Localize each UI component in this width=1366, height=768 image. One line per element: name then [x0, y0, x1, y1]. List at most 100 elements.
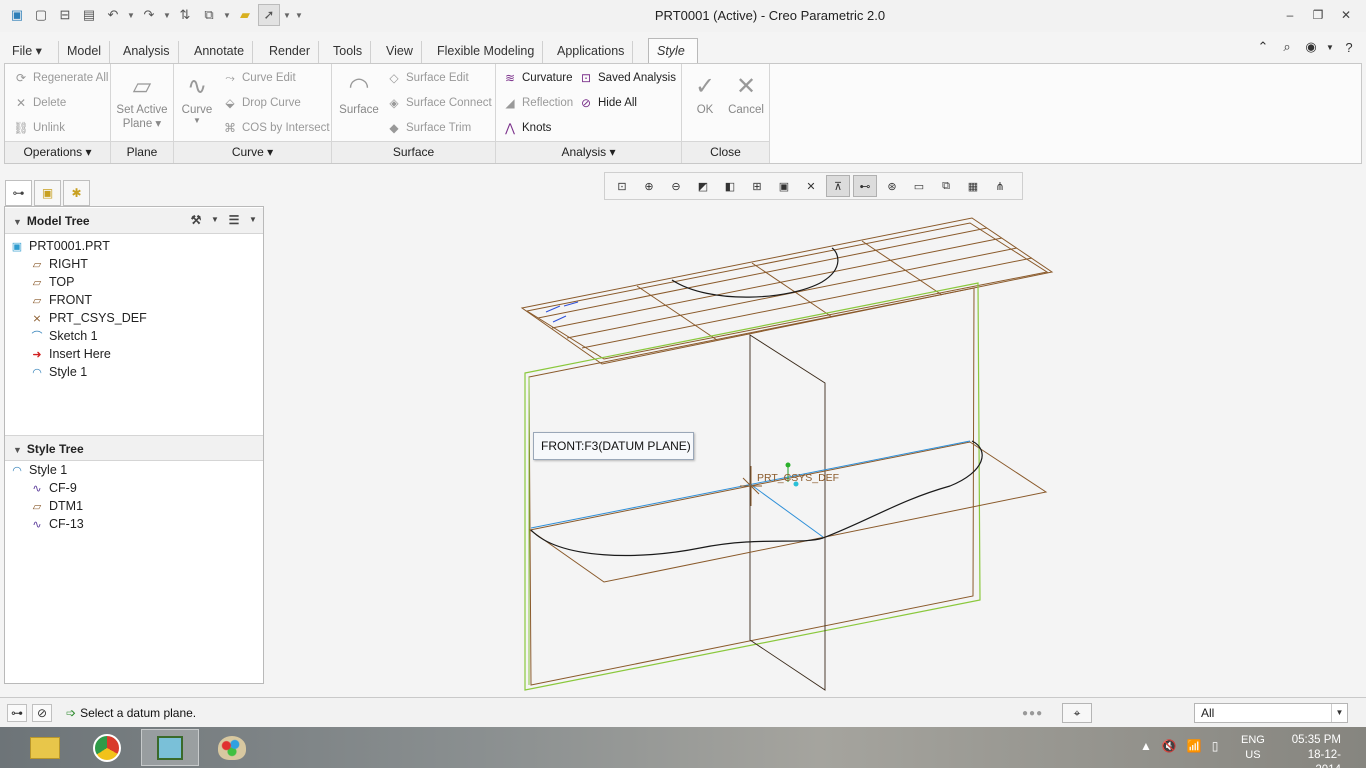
style-tree-node-cf13[interactable]: ∿ CF-13: [29, 515, 83, 533]
toggle-browser-icon[interactable]: ⊘: [32, 704, 52, 722]
show-hidden-icons[interactable]: ▲: [1140, 739, 1152, 753]
tab-annotate[interactable]: Annotate: [186, 41, 254, 63]
surface-connect-button[interactable]: ◈ Surface Connect: [386, 95, 491, 111]
windows-icon[interactable]: ⧉: [198, 4, 220, 26]
tree-node-front[interactable]: ▱ FRONT: [29, 291, 92, 309]
tree-node-sketch[interactable]: ⌒ Sketch 1: [29, 327, 98, 345]
style-tree-node-cf9[interactable]: ∿ CF-9: [29, 479, 76, 497]
display-style-icon[interactable]: ◧: [718, 175, 742, 197]
reflection-button[interactable]: ◢ Reflection: [502, 95, 573, 111]
folder-browser-tab-icon[interactable]: ▣: [34, 180, 61, 206]
zoom-out-icon[interactable]: ⊖: [664, 175, 688, 197]
group-curve-label[interactable]: Curve ▾: [174, 141, 331, 163]
tree-node-right[interactable]: ▱ RIGHT: [29, 255, 88, 273]
tree-node-top[interactable]: ▱ TOP: [29, 273, 75, 291]
style-tree-node-style[interactable]: ◠ Style 1: [9, 461, 67, 479]
view-manager-icon[interactable]: ▣: [772, 175, 796, 197]
language-indicator[interactable]: ENG US: [1241, 733, 1265, 763]
community-dropdown-icon[interactable]: ▼: [1326, 38, 1334, 56]
chrome-icon[interactable]: [78, 729, 136, 766]
knots-button[interactable]: ⋀ Knots: [502, 120, 551, 136]
select-dropdown-icon[interactable]: ▼: [282, 4, 292, 26]
network-icon[interactable]: 📶: [1187, 739, 1202, 753]
unlink-button[interactable]: ⛓ Unlink: [13, 120, 65, 136]
group-analysis-label[interactable]: Analysis ▾: [496, 141, 681, 163]
battery-icon[interactable]: ▯: [1212, 739, 1219, 753]
saved-analysis-button[interactable]: ⊡ Saved Analysis: [578, 70, 676, 86]
file-explorer-icon[interactable]: [16, 729, 74, 766]
plane-display-icon[interactable]: ⊼: [826, 175, 850, 197]
save-icon[interactable]: ▤: [78, 4, 100, 26]
regenerate-all-button[interactable]: ⟳ Regenerate All: [13, 70, 108, 86]
point-display-icon[interactable]: ⊷: [853, 175, 877, 197]
help-icon[interactable]: ?: [1340, 38, 1358, 56]
redo-dropdown-icon[interactable]: ▼: [162, 4, 172, 26]
undo-icon[interactable]: ↶: [102, 4, 124, 26]
tab-model[interactable]: Model: [58, 41, 111, 63]
close-icon[interactable]: ✕: [1332, 4, 1360, 26]
style-tree-header[interactable]: ▼ Style Tree: [5, 435, 263, 461]
graphics-canvas[interactable]: [266, 200, 1362, 694]
tree-settings-dropdown-icon[interactable]: ▼: [211, 211, 219, 229]
set-active-plane-button[interactable]: ▱ Set Active Plane ▾: [116, 70, 168, 131]
open-icon[interactable]: ⊟: [54, 4, 76, 26]
tree-node-style[interactable]: ◠ Style 1: [29, 363, 87, 381]
find-icon[interactable]: ⌖: [1062, 703, 1092, 723]
ok-button[interactable]: ✓ OK: [688, 70, 722, 117]
search-icon[interactable]: ⌕: [1278, 38, 1296, 56]
tree-node-csys[interactable]: ⨯ PRT_CSYS_DEF: [29, 309, 146, 327]
folder-icon[interactable]: ▰: [234, 4, 256, 26]
refit-icon[interactable]: ⊡: [610, 175, 634, 197]
select-icon[interactable]: ➚: [258, 4, 280, 26]
cancel-button[interactable]: ✕ Cancel: [726, 70, 766, 117]
tab-file[interactable]: File ▾: [4, 41, 50, 63]
zoom-in-icon[interactable]: ⊕: [637, 175, 661, 197]
redo-icon[interactable]: ↷: [138, 4, 160, 26]
curve-edit-button[interactable]: ⤳ Curve Edit: [222, 70, 296, 86]
surface-trim-button[interactable]: ◆ Surface Trim: [386, 120, 471, 136]
app-icon[interactable]: ▣: [6, 4, 28, 26]
tab-tools[interactable]: Tools: [325, 41, 372, 63]
regenerate-icon[interactable]: ⇅: [174, 4, 196, 26]
tab-applications[interactable]: Applications: [549, 41, 634, 63]
favorites-tab-icon[interactable]: ✱: [63, 180, 90, 206]
orient-icon[interactable]: ▦: [961, 175, 985, 197]
drop-curve-button[interactable]: ⬙ Drop Curve: [222, 95, 300, 111]
surface-button[interactable]: ◠ Surface: [337, 70, 381, 117]
new-icon[interactable]: ▢: [30, 4, 52, 26]
customize-icon[interactable]: ▼: [294, 4, 304, 26]
model-tree-header[interactable]: ▼ Model Tree ⚒ ▼ ☰ ▼: [5, 208, 263, 234]
tab-analysis[interactable]: Analysis: [115, 41, 179, 63]
tab-view[interactable]: View: [378, 41, 422, 63]
cos-by-intersect-button[interactable]: ⌘ COS by Intersect: [222, 120, 330, 136]
selection-filter[interactable]: All ▼: [1194, 703, 1348, 723]
curvature-button[interactable]: ≋ Curvature: [502, 70, 573, 86]
tree-node-part[interactable]: ▣ PRT0001.PRT: [9, 237, 110, 255]
filter-dropdown-icon[interactable]: ▼: [1331, 704, 1347, 722]
paint-icon[interactable]: [203, 729, 261, 766]
hide-all-button[interactable]: ⊘ Hide All: [578, 95, 637, 111]
group-operations-label[interactable]: Operations ▾: [5, 141, 110, 163]
model-tree-tab-icon[interactable]: ⊶: [5, 180, 32, 206]
tab-flexible-modeling[interactable]: Flexible Modeling: [429, 41, 544, 63]
repaint-icon[interactable]: ◩: [691, 175, 715, 197]
tree-settings-icon[interactable]: ⚒: [187, 211, 205, 229]
perspective-icon[interactable]: ⋔: [988, 175, 1012, 197]
community-icon[interactable]: ◉: [1302, 38, 1320, 56]
tree-show-dropdown-icon[interactable]: ▼: [249, 211, 257, 229]
undo-dropdown-icon[interactable]: ▼: [126, 4, 136, 26]
volume-muted-icon[interactable]: 🔇: [1162, 739, 1177, 753]
saved-views-icon[interactable]: ⊞: [745, 175, 769, 197]
toggle-navigator-icon[interactable]: ⊶: [7, 704, 27, 722]
restore-icon[interactable]: ❐: [1304, 4, 1332, 26]
curve-button[interactable]: ∿ Curve ▼: [178, 70, 216, 126]
windows-dropdown-icon[interactable]: ▼: [222, 4, 232, 26]
tab-render[interactable]: Render: [261, 41, 319, 63]
tab-style[interactable]: Style: [648, 38, 698, 64]
csys-display-icon[interactable]: ⊛: [880, 175, 904, 197]
creo-taskbar-icon[interactable]: [141, 729, 199, 766]
spin-center-icon[interactable]: ⧉: [934, 175, 958, 197]
clock[interactable]: 05:35 PM 18-12-2014: [1283, 733, 1341, 768]
surface-edit-button[interactable]: ◇ Surface Edit: [386, 70, 468, 86]
minimize-icon[interactable]: –: [1276, 4, 1304, 26]
